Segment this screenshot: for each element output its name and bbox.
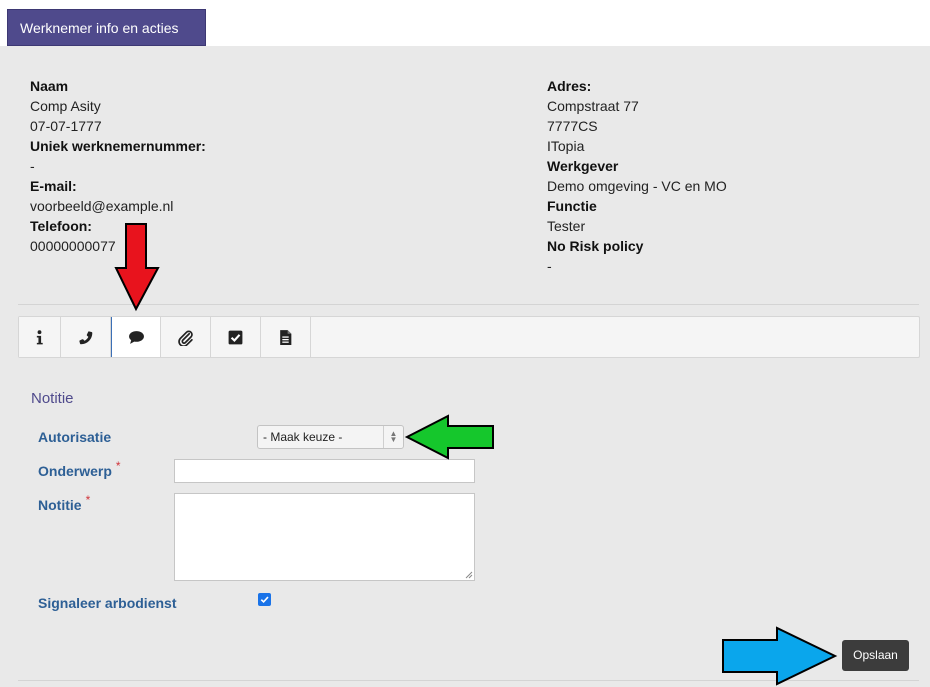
save-button[interactable]: Opslaan (842, 640, 909, 671)
required-marker: * (85, 493, 91, 507)
comment-icon (128, 330, 144, 344)
action-toolbar (18, 316, 920, 358)
paperclip-icon (178, 330, 193, 346)
info-button[interactable] (19, 317, 61, 357)
section-title-notitie: Notitie (31, 390, 74, 407)
function-value: Tester (547, 218, 586, 234)
employee-info-right: Adres: Compstraat 77 7777CS ITopia Werkg… (547, 76, 727, 276)
no-risk-value: - (547, 258, 552, 274)
document-button[interactable] (261, 317, 311, 357)
autorisatie-label: Autorisatie (38, 429, 112, 445)
checkmark-icon (260, 596, 269, 604)
employer-value: Demo omgeving - VC en MO (547, 178, 727, 194)
employee-number-value: - (30, 158, 35, 174)
email-value: voorbeeld@example.nl (30, 198, 174, 214)
onderwerp-label: Onderwerp * (38, 459, 121, 479)
note-button[interactable] (111, 317, 161, 357)
signaleer-label: Signaleer arbodienst (38, 595, 177, 611)
task-button[interactable] (211, 317, 261, 357)
document-icon (280, 329, 292, 345)
signaleer-checkbox[interactable] (258, 593, 271, 606)
red-arrow-annotation (114, 223, 160, 312)
employee-panel: Naam Comp Asity 07-07-1777 Uniek werknem… (0, 46, 930, 687)
checkbox-icon (228, 330, 243, 344)
green-arrow-annotation (404, 414, 494, 460)
birthdate-value: 07-07-1777 (30, 118, 102, 134)
employee-number-label: Uniek werknemernummer: (30, 138, 206, 154)
address-street: Compstraat 77 (547, 98, 639, 114)
phone-icon (79, 330, 93, 344)
blue-arrow-annotation (722, 626, 838, 686)
name-value: Comp Asity (30, 98, 101, 114)
address-city: ITopia (547, 138, 585, 154)
attachment-button[interactable] (161, 317, 211, 357)
tab-strip (206, 9, 930, 46)
onderwerp-input[interactable] (174, 459, 475, 483)
address-label: Adres: (547, 78, 592, 94)
autorisatie-select-value: - Maak keuze - (263, 430, 343, 444)
function-label: Functie (547, 198, 597, 214)
notitie-label: Notitie * (38, 493, 91, 513)
required-marker: * (115, 459, 121, 473)
no-risk-label: No Risk policy (547, 238, 644, 254)
autorisatie-select[interactable]: - Maak keuze - ▲ ▼ (257, 425, 404, 449)
select-arrows-icon: ▲ ▼ (383, 426, 403, 448)
info-icon (36, 329, 43, 344)
resize-grip-icon[interactable] (465, 571, 473, 579)
tab-werknemer-info[interactable]: Werknemer info en acties (7, 9, 206, 46)
name-label: Naam (30, 78, 69, 94)
notitie-textarea[interactable] (174, 493, 475, 581)
phone-button[interactable] (61, 317, 111, 357)
email-label: E-mail: (30, 178, 77, 194)
address-postcode: 7777CS (547, 118, 598, 134)
employer-label: Werkgever (547, 158, 619, 174)
